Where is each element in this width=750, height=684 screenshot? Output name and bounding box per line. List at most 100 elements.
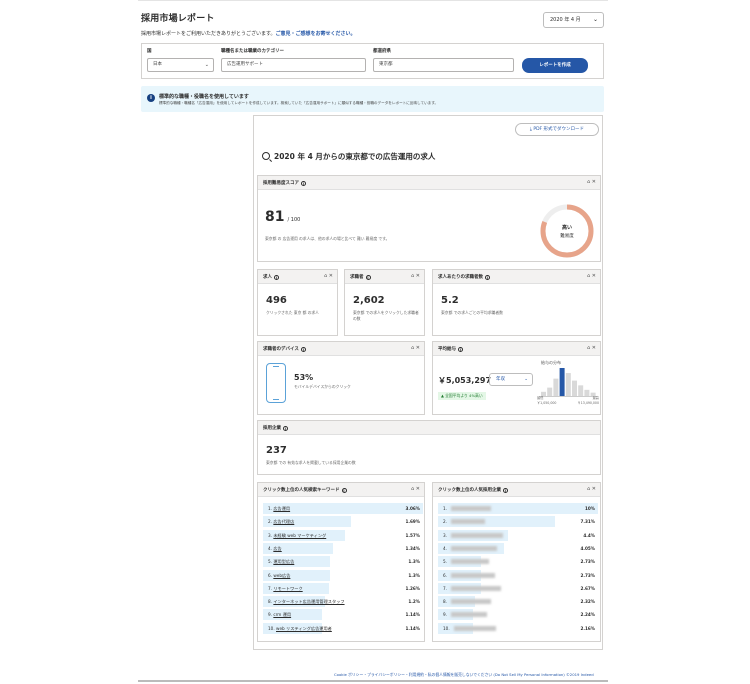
company-row[interactable]: 5. 2.73% — [438, 556, 598, 568]
country-select[interactable]: 日本 ⌄ — [147, 58, 214, 72]
info-icon[interactable]: i — [301, 180, 306, 186]
row-rank: 10. — [443, 625, 450, 631]
close-icon[interactable]: ✕ — [592, 273, 596, 279]
lock-icon[interactable]: ⌂ — [411, 486, 414, 492]
keyword-row[interactable]: 2. 広告代理店 1.69% — [263, 516, 423, 528]
row-label: 3. — [443, 532, 503, 538]
info-icon[interactable]: i — [365, 274, 371, 280]
row-label: 6. — [443, 572, 495, 578]
salary-unit-select[interactable]: 年収 ⌄ — [489, 373, 533, 386]
keyword-link[interactable]: 運用型広告 — [273, 559, 294, 564]
period-select[interactable]: 2020 年 4 月 ⌄ — [543, 12, 604, 28]
card-header: 採用企業 i — [258, 421, 600, 435]
keyword-link[interactable]: リモートワーク — [273, 586, 302, 591]
company-row[interactable]: 2. 7.31% — [438, 516, 598, 528]
row-rank: 2. — [268, 519, 272, 525]
keyword-link[interactable]: crm 運用 — [273, 612, 291, 617]
row-label: 1. 広告運用 — [268, 506, 290, 512]
salary-card: 平均給与 i ⌂ ✕ ￥5,053,297 年収 ⌄ ▲ 全国平均より 4%高い 給与… — [432, 341, 601, 415]
keyword-row[interactable]: 7. リモートワーク 1.26% — [263, 582, 423, 594]
lock-icon[interactable]: ⌂ — [411, 345, 414, 351]
company-row[interactable]: 9. 2.24% — [438, 609, 598, 621]
card-title: 求人あたりの求職者数 i — [438, 274, 490, 280]
close-icon[interactable]: ✕ — [329, 273, 333, 279]
keyword-row[interactable]: 5. 運用型広告 1.3% — [263, 556, 423, 568]
info-icon[interactable]: i — [341, 487, 347, 493]
redacted-company-name — [451, 559, 489, 565]
info-icon[interactable]: i — [283, 425, 288, 431]
keyword-row[interactable]: 4. 広告 1.34% — [263, 542, 423, 554]
histogram-bar — [572, 380, 577, 396]
lock-icon[interactable]: ⌂ — [587, 179, 590, 185]
row-label: 10. — [443, 625, 496, 631]
score-max: / 100 — [287, 217, 301, 223]
device-desc: モバイルデバイスからのクリック — [294, 384, 351, 389]
keyword-row[interactable]: 1. 広告運用 3.06% — [263, 503, 423, 514]
keyword-link[interactable]: web広告 — [273, 573, 290, 578]
lock-icon[interactable]: ⌂ — [587, 345, 590, 351]
row-rank: 5. — [268, 559, 272, 565]
card-title: クリック数上位の人気検索キーワード i — [263, 487, 347, 493]
close-icon[interactable]: ✕ — [416, 486, 420, 492]
location-input[interactable]: 東京都 — [373, 58, 514, 72]
top-companies-card: クリック数上位の人気採用企業 i ⌂ ✕ 1. 10% 2. 7.31% 3. 4.4% 4. 4… — [432, 482, 601, 642]
info-icon[interactable]: i — [503, 487, 508, 493]
salary-min-value: ￥1,050,000 — [537, 400, 557, 405]
company-row[interactable]: 6. 2.73% — [438, 569, 598, 581]
lock-icon[interactable]: ⌂ — [587, 486, 590, 492]
keyword-link[interactable]: インターネット広告運用管理スタッフ — [273, 599, 344, 604]
download-icon: ⤓ — [529, 127, 532, 132]
keyword-row[interactable]: 10. web リスティング広告運用者 1.14% — [263, 622, 423, 634]
info-icon[interactable]: i — [458, 346, 463, 352]
salary-max-value: ￥13,490,000 — [577, 400, 599, 405]
keyword-input[interactable]: 広告運用サポート — [221, 58, 366, 72]
close-icon[interactable]: ✕ — [416, 345, 420, 351]
lock-icon[interactable]: ⌂ — [587, 273, 590, 279]
histogram-bar — [553, 378, 559, 396]
keyword-link[interactable]: web リスティング広告運用者 — [276, 626, 332, 631]
row-value: 1.3% — [408, 559, 420, 565]
row-label: 1. — [443, 506, 491, 511]
info-icon[interactable]: i — [300, 346, 306, 352]
company-row[interactable]: 10. 2.16% — [438, 622, 598, 634]
keyword-link[interactable]: 広告代理店 — [273, 519, 294, 524]
pdf-download-button[interactable]: ⤓ PDF 形式でダウンロード — [515, 123, 599, 136]
row-label: 5. 運用型広告 — [268, 559, 294, 565]
row-value: 7.31% — [580, 519, 595, 525]
close-icon[interactable]: ✕ — [592, 486, 596, 492]
keyword-row[interactable]: 9. crm 運用 1.14% — [263, 609, 423, 621]
device-value: 53% — [294, 373, 314, 382]
close-icon[interactable]: ✕ — [592, 345, 596, 351]
lock-icon[interactable]: ⌂ — [411, 273, 414, 279]
company-row[interactable]: 7. 2.67% — [438, 582, 598, 594]
company-row[interactable]: 3. 4.4% — [438, 529, 598, 541]
keyword-row[interactable]: 6. web広告 1.3% — [263, 569, 423, 581]
keyword-row[interactable]: 8. インターネット広告運用管理スタッフ 1.2% — [263, 596, 423, 608]
footer-links[interactable]: Cookie ポリシー・プライバシーポリシー・利用規約・私の個人情報を販売しない… — [334, 672, 594, 678]
info-icon[interactable]: i — [274, 274, 279, 280]
location-label: 都道府県 — [373, 49, 391, 54]
keyword-link[interactable]: 未経験 web マーケティング — [273, 533, 326, 538]
companies-desc: 東京都 での 有効な求人を掲載している採用企業の数 — [266, 460, 356, 465]
filter-panel: 国 日本 ⌄ 職種名または職業のカテゴリー 広告運用サポート 都道府県 東京都 レ… — [141, 43, 604, 79]
keyword-link[interactable]: 広告運用 — [273, 506, 290, 511]
company-row[interactable]: 4. 4.05% — [438, 542, 598, 554]
lock-icon[interactable]: ⌂ — [324, 273, 327, 279]
card-header: 求職者 i ⌂ ✕ — [345, 270, 424, 284]
keyword-label: 職種名または職業のカテゴリー — [221, 49, 284, 54]
chevron-down-icon: ⌄ — [592, 16, 598, 23]
close-icon[interactable]: ✕ — [592, 179, 596, 185]
keyword-row[interactable]: 3. 未経験 web マーケティング 1.57% — [263, 529, 423, 541]
card-title-text: 採用難易度スコア — [263, 181, 299, 186]
info-icon[interactable]: i — [485, 274, 490, 280]
feedback-link[interactable]: ご意見・ご感想をお寄せください。 — [276, 31, 356, 37]
create-report-button[interactable]: レポートを作成 — [522, 58, 588, 73]
company-row[interactable]: 1. 10% — [438, 503, 598, 514]
company-row[interactable]: 8. 2.32% — [438, 596, 598, 608]
row-value: 1.14% — [405, 625, 420, 631]
histogram-bar-highlight — [559, 368, 565, 396]
close-icon[interactable]: ✕ — [416, 273, 420, 279]
keyword-link[interactable]: 広告 — [273, 546, 281, 551]
salary-dist-title: 給与の分布 — [541, 360, 561, 365]
row-label: 7. リモートワーク — [268, 586, 303, 592]
